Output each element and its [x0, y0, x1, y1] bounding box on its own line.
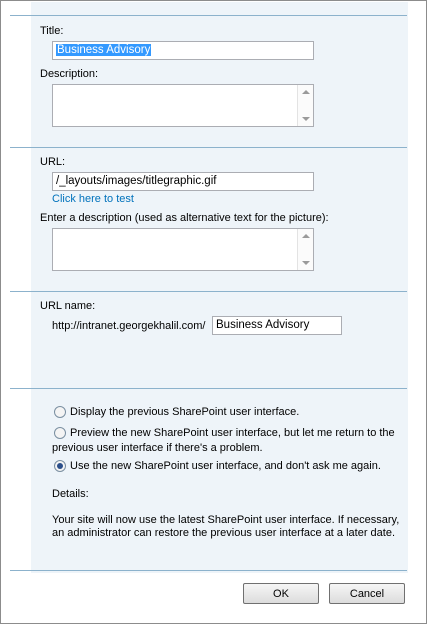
site-settings-dialog: Title: Business Advisory Description: UR… — [0, 0, 427, 624]
scroll-down-arrow-icon[interactable] — [302, 261, 310, 265]
details-text: Your site will now use the latest ShareP… — [52, 514, 400, 539]
section-divider — [10, 388, 407, 389]
radio-option-preview-ui[interactable]: Preview the new SharePoint user interfac… — [54, 426, 395, 441]
alt-text-scrollbar[interactable] — [297, 229, 313, 270]
scroll-up-arrow-icon[interactable] — [302, 90, 310, 94]
section-divider — [10, 570, 407, 571]
scroll-down-arrow-icon[interactable] — [302, 117, 310, 121]
radio-label-line1: Preview the new SharePoint user interfac… — [70, 427, 395, 439]
title-label: Title: — [40, 25, 64, 37]
title-input[interactable]: Business Advisory — [52, 41, 314, 60]
ok-button[interactable]: OK — [243, 583, 319, 604]
radio-button[interactable] — [54, 406, 66, 418]
section-divider — [10, 147, 407, 148]
radio-option-new-ui[interactable]: Use the new SharePoint user interface, a… — [54, 459, 381, 474]
cancel-button[interactable]: Cancel — [329, 583, 405, 604]
description-label: Description: — [40, 68, 99, 80]
radio-label: Display the previous SharePoint user int… — [70, 406, 300, 418]
url-label: URL: — [40, 156, 66, 168]
test-url-link[interactable]: Click here to test — [52, 193, 134, 205]
url-input[interactable]: /_layouts/images/titlegraphic.gif — [52, 172, 314, 191]
alt-text-label: Enter a description (used as alternative… — [40, 212, 329, 224]
radio-button-selected[interactable] — [54, 460, 66, 472]
radio-option-previous-ui[interactable]: Display the previous SharePoint user int… — [54, 405, 299, 420]
url-name-prefix: http://intranet.georgekhalil.com/ — [52, 320, 206, 332]
section-divider — [10, 15, 407, 16]
title-input-value: Business Advisory — [56, 44, 152, 56]
radio-button[interactable] — [54, 427, 66, 439]
details-label: Details: — [52, 488, 89, 500]
url-name-input[interactable]: Business Advisory — [212, 316, 342, 335]
section-divider — [10, 291, 407, 292]
radio-label: Use the new SharePoint user interface, a… — [70, 460, 381, 472]
description-textarea[interactable] — [52, 84, 314, 127]
alt-text-textarea[interactable] — [52, 228, 314, 271]
radio-label-line2: previous user interface if there's a pro… — [52, 442, 263, 454]
description-scrollbar[interactable] — [297, 85, 313, 126]
radio-label: Preview the new SharePoint user interfac… — [70, 426, 395, 441]
url-name-label: URL name: — [40, 300, 96, 312]
scroll-up-arrow-icon[interactable] — [302, 234, 310, 238]
